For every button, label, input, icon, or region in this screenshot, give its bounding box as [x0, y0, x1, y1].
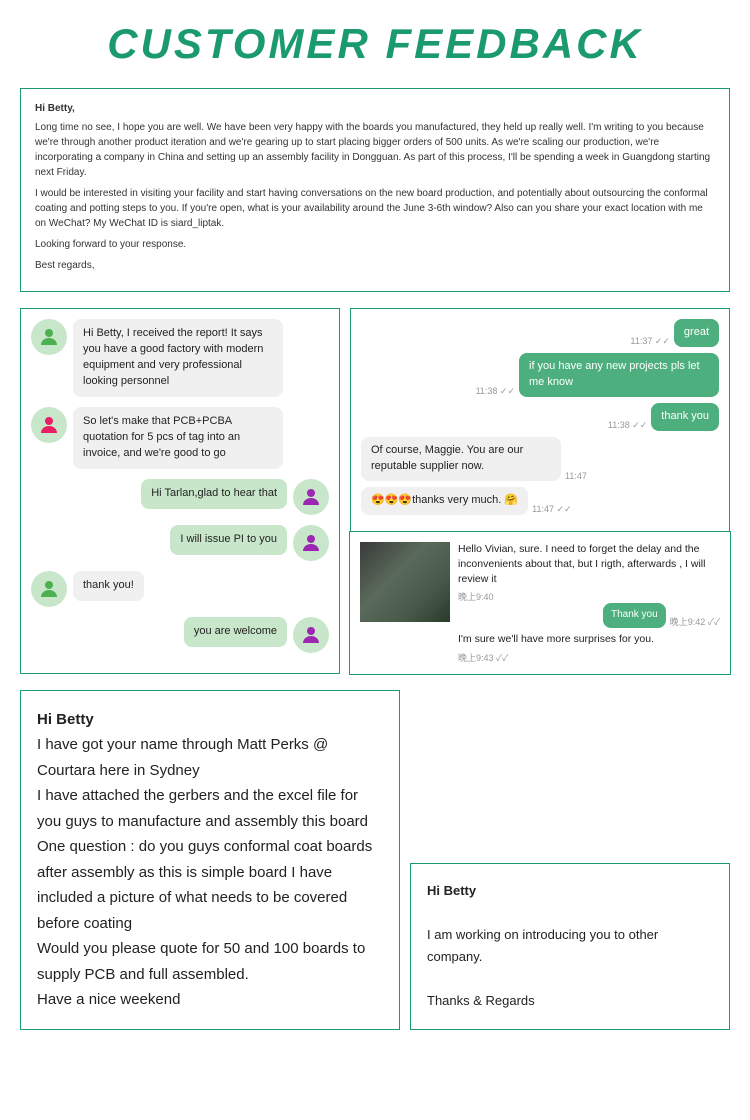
chat-msg-sent: 11:38 ✓✓ thank you [361, 403, 719, 431]
chat-msg-row: thank you! [31, 571, 329, 607]
chat-msg-row-self: you are welcome [31, 617, 329, 653]
email-card-1: Hi Betty, Long time no see, I hope you a… [20, 88, 730, 292]
avatar-self [293, 525, 329, 561]
email-sidebar-closing: Thanks & Regards [427, 990, 713, 1012]
email-para-1: Long time no see, I hope you are well. W… [35, 120, 715, 180]
chat-overlay-panel: Hello Vivian, sure. I need to forget the… [349, 531, 731, 674]
chat-bubble-received: Of course, Maggie. You are our reputable… [361, 437, 561, 481]
chat-bubble-self: you are welcome [184, 617, 287, 647]
avatar-self [293, 617, 329, 653]
email-line-5: Would you please quote for 50 and 100 bo… [37, 936, 383, 987]
chat-bubble: So let's make that PCB+PCBA quotation fo… [73, 407, 283, 469]
page-title: CUSTOMER FEEDBACK [20, 20, 730, 68]
chat-bubble: thank you! [73, 571, 144, 601]
email-sidebar-para: I am working on introducing you to other… [427, 924, 713, 968]
chat-bubble-sent: thank you [651, 403, 719, 431]
avatar [31, 407, 67, 443]
chat-msg-received: 😍😍😍thanks very much. 🤗 11:47 ✓✓ [361, 487, 719, 515]
avatar-self [293, 479, 329, 515]
overlay-sent-bubble: Thank you [603, 603, 666, 628]
email-sidebar-block: Hi Betty I am working on introducing you… [410, 863, 730, 1030]
chat-bubble-self: I will issue PI to you [170, 525, 287, 555]
chat-bubble-sent: if you have any new projects pls let me … [519, 353, 719, 397]
email-closing: Best regards, [35, 258, 715, 273]
email-line-4: One question : do you guys conformal coa… [37, 834, 383, 936]
msg-time: 11:37 ✓✓ [630, 336, 669, 347]
email-line-2: I have got your name through Matt Perks … [37, 732, 383, 783]
email-line-6: Have a nice weekend [37, 987, 383, 1013]
bottom-email-section: Hi Betty I have got your name through Ma… [20, 690, 730, 1030]
chat-bubble-received: 😍😍😍thanks very much. 🤗 [361, 487, 528, 515]
chat-section: Hi Betty, I received the report! It says… [20, 308, 730, 674]
msg-time: 11:47 [565, 471, 587, 481]
overlay-sent-row: Thank you 晚上9:42 ✓✓ [458, 603, 720, 628]
chat-msg-row-self: Hi Tarlan,glad to hear that [31, 479, 329, 515]
chat-panel-right: 11:37 ✓✓ great 11:38 ✓✓ if you have any … [350, 308, 730, 674]
chat-msg-sent: 11:37 ✓✓ great [361, 319, 719, 347]
email-main-block: Hi Betty I have got your name through Ma… [20, 690, 400, 1030]
email-para-2: I would be interested in visiting your f… [35, 186, 715, 231]
chat-bubble-sent: great [674, 319, 719, 347]
overlay-received-text2: I'm sure we'll have more surprises for y… [458, 632, 720, 647]
email-sidebar-greeting: Hi Betty [427, 880, 713, 902]
overlay-received-time: 晚上9:40 [458, 590, 720, 603]
factory-image [360, 542, 450, 622]
avatar [31, 319, 67, 355]
msg-time: 11:47 ✓✓ [532, 504, 571, 515]
chat-msg-received: Of course, Maggie. You are our reputable… [361, 437, 719, 481]
email-line-1: Hi Betty [37, 707, 383, 733]
msg-time: 11:38 ✓✓ [476, 386, 515, 397]
chat-msg-sent: 11:38 ✓✓ if you have any new projects pl… [361, 353, 719, 397]
chat-panel-left: Hi Betty, I received the report! It says… [20, 308, 340, 674]
email-para-3: Looking forward to your response. [35, 237, 715, 252]
chat-bubble-self: Hi Tarlan,glad to hear that [141, 479, 287, 509]
msg-time: 11:38 ✓✓ [608, 420, 647, 431]
email-line-3: I have attached the gerbers and the exce… [37, 783, 383, 834]
overlay-received-text: Hello Vivian, sure. I need to forget the… [458, 542, 720, 586]
overlay-messages: Hello Vivian, sure. I need to forget the… [458, 542, 720, 663]
overlay-received-time2: 晚上9:43 ✓✓ [458, 651, 720, 664]
chat-msg-row-self: I will issue PI to you [31, 525, 329, 561]
chat-msg-row: Hi Betty, I received the report! It says… [31, 319, 329, 397]
email-greeting: Hi Betty, [35, 101, 715, 116]
overlay-sent-time: 晚上9:42 ✓✓ [670, 615, 720, 628]
chat-bubble: Hi Betty, I received the report! It says… [73, 319, 283, 397]
avatar [31, 571, 67, 607]
chat-msg-row: So let's make that PCB+PCBA quotation fo… [31, 407, 329, 469]
